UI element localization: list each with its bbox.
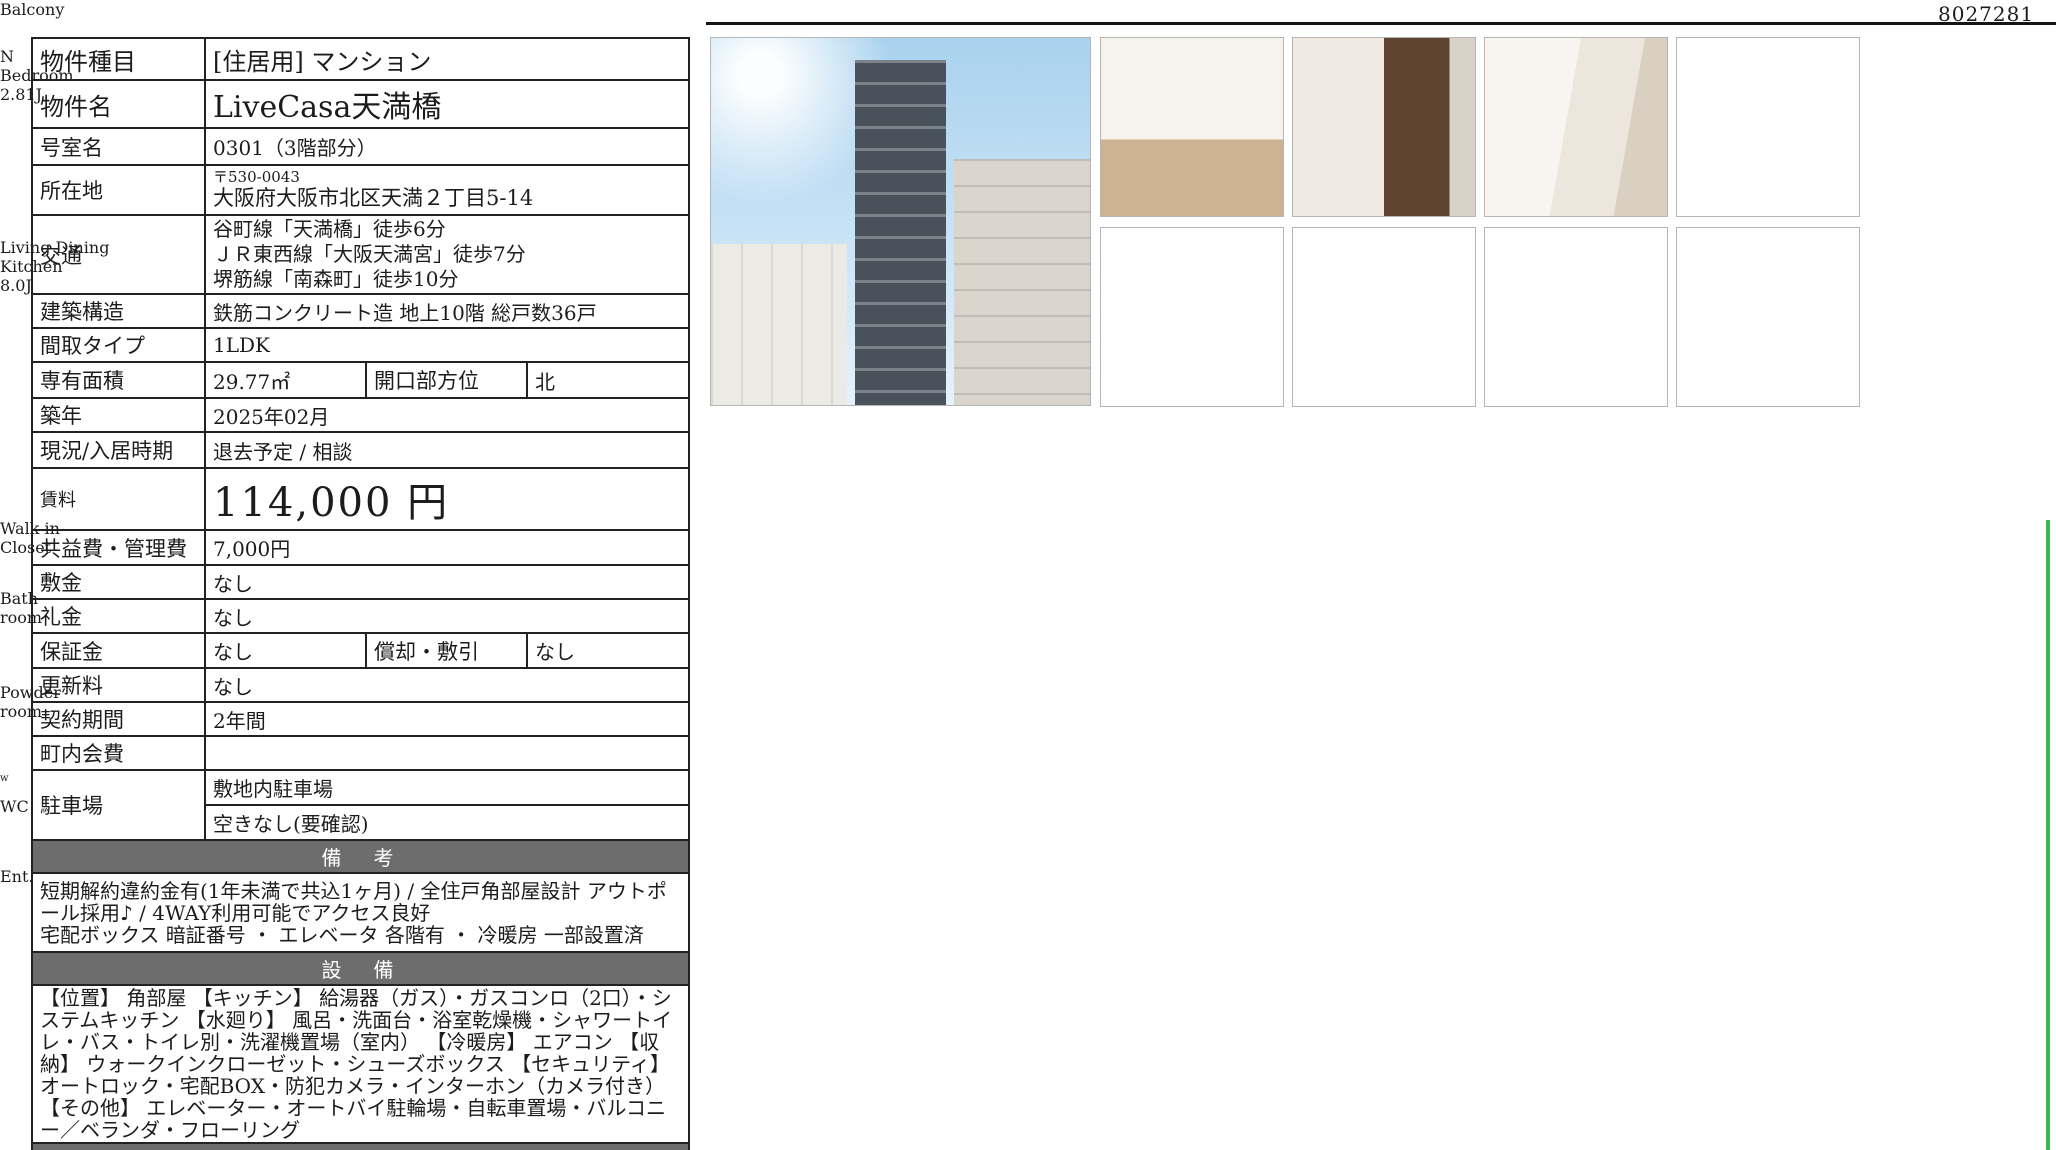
photo-room-closet[interactable] bbox=[1292, 37, 1476, 217]
key-money-label: 礼金 bbox=[32, 599, 205, 633]
postal-code: 〒530-0043 bbox=[213, 169, 681, 186]
photo-thumbnail-grid bbox=[1100, 37, 1870, 407]
fees-label: 共益費・管理費 bbox=[32, 530, 205, 565]
transport-label: 交通 bbox=[32, 215, 205, 294]
photo-interior[interactable] bbox=[1484, 227, 1668, 407]
facing-label: 開口部方位 bbox=[366, 362, 527, 398]
layout-type-value: 1LDK bbox=[205, 328, 689, 362]
property-type-value: [住居用] マンション bbox=[205, 38, 689, 80]
amortization-value: なし bbox=[527, 633, 689, 668]
table-row: 条 件 bbox=[32, 1143, 689, 1150]
floorplan-shoes-box bbox=[0, 900, 14, 962]
built-value: 2025年02月 bbox=[205, 398, 689, 432]
table-row: 建築構造 鉄筋コンクリート造 地上10階 総戸数36戸 bbox=[32, 294, 689, 328]
photo-living-room[interactable] bbox=[1100, 37, 1284, 217]
property-flyer-page: 8027281 物件種目 [住居用] マンション 物件名 LiveCasa天満橋… bbox=[0, 0, 2056, 1150]
remarks-text: 短期解約違約金有(1年未満で共込1ヶ月) / 全住戸角部屋設計 アウトポール採用… bbox=[32, 873, 689, 952]
property-detail-table: 物件種目 [住居用] マンション 物件名 LiveCasa天満橋 号室名 030… bbox=[31, 37, 690, 1150]
property-name-value: LiveCasa天満橋 bbox=[205, 80, 689, 128]
table-row: 保証金 なし 償却・敷引 なし bbox=[32, 633, 689, 668]
table-row: 短期解約違約金有(1年未満で共込1ヶ月) / 全住戸角部屋設計 アウトポール採用… bbox=[32, 873, 689, 952]
photo-room-corner[interactable] bbox=[1484, 37, 1668, 217]
structure-value: 鉄筋コンクリート造 地上10階 総戸数36戸 bbox=[205, 294, 689, 328]
town-fee-label: 町内会費 bbox=[32, 736, 205, 770]
table-row: 礼金 なし bbox=[32, 599, 689, 633]
table-row: 敷金 なし bbox=[32, 565, 689, 599]
renewal-label: 更新料 bbox=[32, 668, 205, 702]
rent-value: 114,000 円 bbox=[205, 468, 689, 530]
term-label: 契約期間 bbox=[32, 702, 205, 736]
transport-value: 谷町線「天満橋」徒歩6分 ＪＲ東西線「大阪天満宮」徒歩7分 堺筋線「南森町」徒歩… bbox=[205, 215, 689, 294]
table-row: 物件名 LiveCasa天満橋 bbox=[32, 80, 689, 128]
table-row: 更新料 なし bbox=[32, 668, 689, 702]
room-no-value: 0301（3階部分） bbox=[205, 128, 689, 165]
parking-value-1: 敷地内駐車場 bbox=[205, 770, 689, 805]
rent-label: 賃料 bbox=[32, 468, 205, 530]
layout-type-label: 間取タイプ bbox=[32, 328, 205, 362]
town-fee-value bbox=[205, 736, 689, 770]
structure-label: 建築構造 bbox=[32, 294, 205, 328]
status-label: 現況/入居時期 bbox=[32, 432, 205, 468]
key-money-value: なし bbox=[205, 599, 689, 633]
table-row: 築年 2025年02月 bbox=[32, 398, 689, 432]
photo-toilet[interactable] bbox=[1100, 227, 1284, 407]
deposit-value: なし bbox=[205, 565, 689, 599]
photo-bathroom[interactable] bbox=[1676, 227, 1860, 407]
facing-value: 北 bbox=[527, 362, 689, 398]
parking-value-2: 空きなし(要確認) bbox=[205, 805, 689, 840]
photo-kitchen[interactable] bbox=[1676, 37, 1860, 217]
building-main-shape bbox=[855, 60, 946, 405]
table-row: 共益費・管理費 7,000円 bbox=[32, 530, 689, 565]
address-value: 〒530-0043 大阪府大阪市北区天満２丁目5-14 bbox=[205, 165, 689, 215]
built-label: 築年 bbox=[32, 398, 205, 432]
floorplan-washer: w bbox=[0, 773, 24, 797]
guarantee-label: 保証金 bbox=[32, 633, 205, 668]
top-divider bbox=[706, 22, 2056, 25]
building-left-shape bbox=[711, 244, 847, 405]
table-row: 備 考 bbox=[32, 840, 689, 873]
table-row: 現況/入居時期 退去予定 / 相談 bbox=[32, 432, 689, 468]
table-row: 町内会費 bbox=[32, 736, 689, 770]
table-row: 【位置】 角部屋 【キッチン】 給湯器（ガス）・ガスコンロ（2口）・システムキッ… bbox=[32, 985, 689, 1143]
remarks-band: 備 考 bbox=[32, 840, 689, 873]
table-row: 交通 谷町線「天満橋」徒歩6分 ＪＲ東西線「大阪天満宮」徒歩7分 堺筋線「南森町… bbox=[32, 215, 689, 294]
conditions-band: 条 件 bbox=[32, 1143, 689, 1150]
table-row: 契約期間 2年間 bbox=[32, 702, 689, 736]
renewal-value: なし bbox=[205, 668, 689, 702]
status-value: 退去予定 / 相談 bbox=[205, 432, 689, 468]
table-row: 設 備 bbox=[32, 952, 689, 985]
deposit-label: 敷金 bbox=[32, 565, 205, 599]
right-green-border bbox=[2046, 520, 2050, 1150]
fees-value: 7,000円 bbox=[205, 530, 689, 565]
table-row: 間取タイプ 1LDK bbox=[32, 328, 689, 362]
table-row: 所在地 〒530-0043 大阪府大阪市北区天満２丁目5-14 bbox=[32, 165, 689, 215]
table-row: 駐車場 敷地内駐車場 bbox=[32, 770, 689, 805]
property-name-label: 物件名 bbox=[32, 80, 205, 128]
term-value: 2年間 bbox=[205, 702, 689, 736]
table-row: 物件種目 [住居用] マンション bbox=[32, 38, 689, 80]
parking-label: 駐車場 bbox=[32, 770, 205, 840]
table-row: 号室名 0301（3階部分） bbox=[32, 128, 689, 165]
equipment-band: 設 備 bbox=[32, 952, 689, 985]
equipment-text: 【位置】 角部屋 【キッチン】 給湯器（ガス）・ガスコンロ（2口）・システムキッ… bbox=[32, 985, 689, 1143]
guarantee-value: なし bbox=[205, 633, 366, 668]
property-type-label: 物件種目 bbox=[32, 38, 205, 80]
photo-building-exterior[interactable] bbox=[710, 37, 1091, 406]
area-value: 29.77㎡ bbox=[205, 362, 366, 398]
table-row: 賃料 114,000 円 bbox=[32, 468, 689, 530]
table-row: 専有面積 29.77㎡ 開口部方位 北 bbox=[32, 362, 689, 398]
area-label: 専有面積 bbox=[32, 362, 205, 398]
amortization-label: 償却・敷引 bbox=[366, 633, 527, 668]
address-label: 所在地 bbox=[32, 165, 205, 215]
building-right-shape bbox=[954, 159, 1090, 405]
room-no-label: 号室名 bbox=[32, 128, 205, 165]
photo-washbasin[interactable] bbox=[1292, 227, 1476, 407]
address-text: 大阪府大阪市北区天満２丁目5-14 bbox=[213, 186, 681, 211]
